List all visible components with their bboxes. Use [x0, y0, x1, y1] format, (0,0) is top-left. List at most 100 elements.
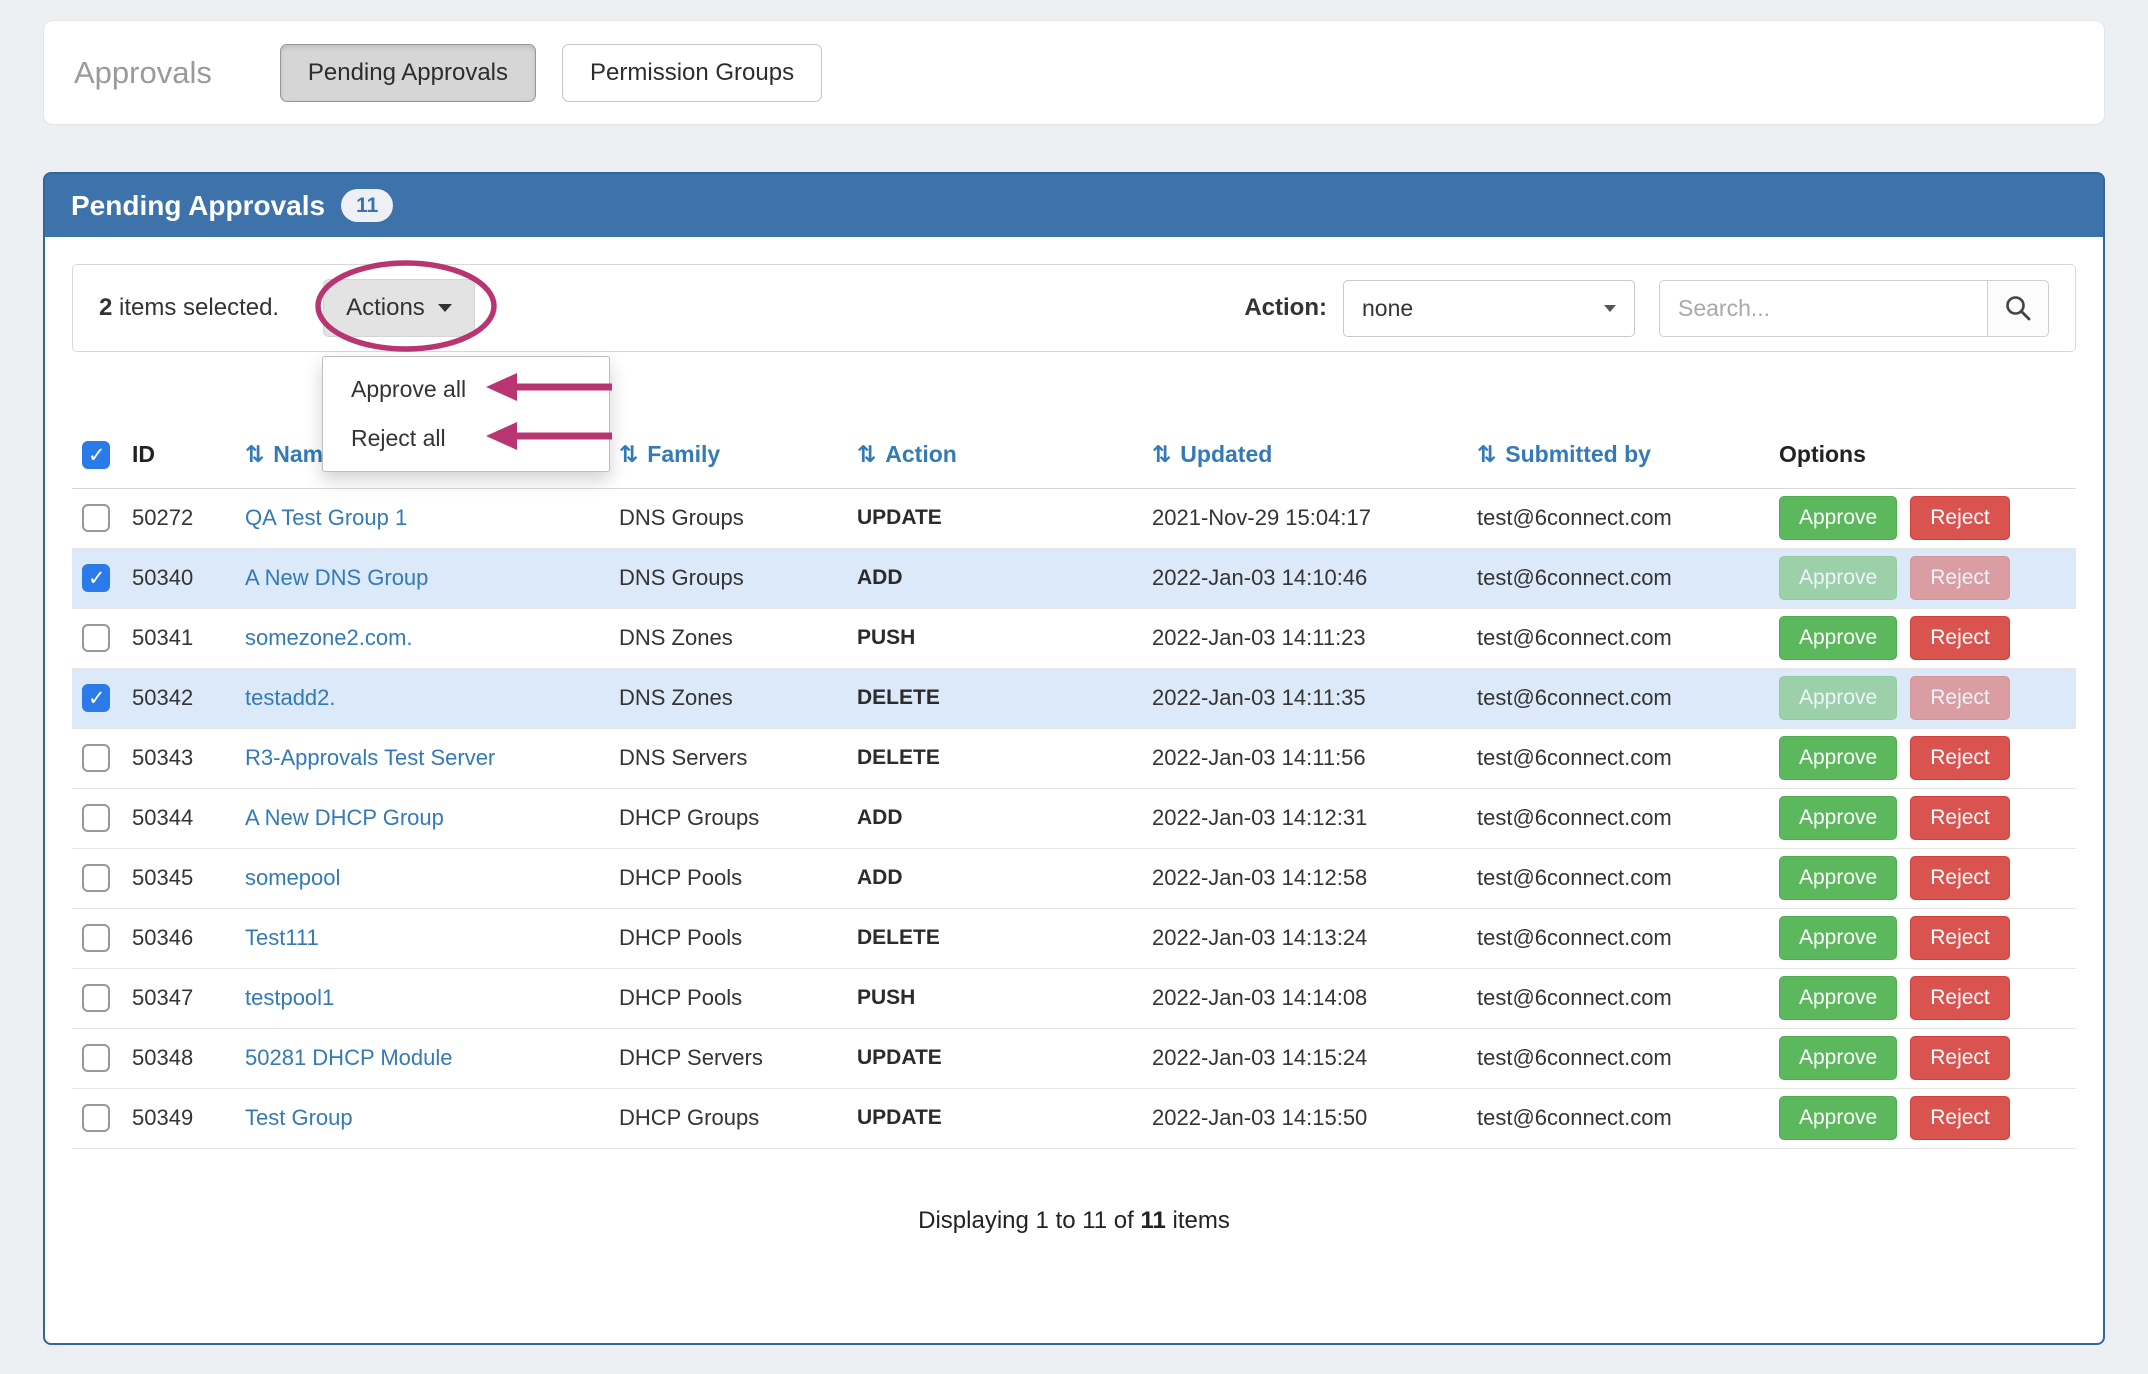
cell-name: somepool [235, 848, 609, 908]
cell-name: A New DNS Group [235, 548, 609, 608]
row-checkbox[interactable] [82, 984, 110, 1012]
reject-button[interactable]: Reject [1910, 1096, 2010, 1140]
approve-button[interactable]: Approve [1779, 676, 1897, 720]
approve-button[interactable]: Approve [1779, 1096, 1897, 1140]
row-checkbox[interactable] [82, 564, 110, 592]
column-header-submitted-by[interactable]: ⇅Submitted by [1467, 422, 1769, 488]
cell-name: testpool1 [235, 968, 609, 1028]
table-row-50344: 50344A New DHCP GroupDHCP GroupsADD2022-… [72, 788, 2076, 848]
table-row-50342: 50342testadd2.DNS ZonesDELETE2022-Jan-03… [72, 668, 2076, 728]
cell-updated: 2022-Jan-03 14:11:56 [1142, 728, 1467, 788]
reject-button[interactable]: Reject [1910, 916, 2010, 960]
action-select[interactable]: none [1343, 280, 1635, 337]
row-checkbox[interactable] [82, 804, 110, 832]
cell-submitted-by: test@6connect.com [1467, 1028, 1769, 1088]
pending-approvals-panel: Pending Approvals 11 2 items selected. A… [43, 172, 2105, 1345]
caret-down-icon [1604, 305, 1616, 312]
row-checkbox[interactable] [82, 624, 110, 652]
action-filter-label: Action: [1244, 294, 1327, 322]
reject-button[interactable]: Reject [1910, 796, 2010, 840]
reject-button[interactable]: Reject [1910, 1036, 2010, 1080]
cell-updated: 2022-Jan-03 14:12:58 [1142, 848, 1467, 908]
row-checkbox[interactable] [82, 504, 110, 532]
approve-button[interactable]: Approve [1779, 1036, 1897, 1080]
tab-permission-groups[interactable]: Permission Groups [562, 44, 822, 102]
selected-text: items selected. [112, 294, 279, 321]
cell-checkbox [72, 728, 122, 788]
row-name-link[interactable]: testadd2. [245, 685, 336, 710]
column-header-updated[interactable]: ⇅Updated [1142, 422, 1467, 488]
approve-button[interactable]: Approve [1779, 496, 1897, 540]
approve-button[interactable]: Approve [1779, 556, 1897, 600]
approve-button[interactable]: Approve [1779, 616, 1897, 660]
row-name-link[interactable]: QA Test Group 1 [245, 505, 407, 530]
search-button[interactable] [1987, 280, 2049, 337]
toolbar-right: Action: none [1244, 280, 2049, 337]
reject-button[interactable]: Reject [1910, 556, 2010, 600]
reject-button[interactable]: Reject [1910, 976, 2010, 1020]
approve-button[interactable]: Approve [1779, 796, 1897, 840]
cell-name: QA Test Group 1 [235, 488, 609, 548]
row-checkbox[interactable] [82, 1044, 110, 1072]
table-row-50341: 50341somezone2.com.DNS ZonesPUSH2022-Jan… [72, 608, 2076, 668]
column-header-label: Action [885, 441, 957, 467]
row-name-link[interactable]: R3-Approvals Test Server [245, 745, 495, 770]
approve-button[interactable]: Approve [1779, 916, 1897, 960]
cell-action: UPDATE [847, 1088, 1142, 1148]
row-checkbox[interactable] [82, 744, 110, 772]
toolbar: 2 items selected. Actions Action: none [72, 264, 2076, 352]
column-header-label: Submitted by [1505, 441, 1651, 467]
row-checkbox[interactable] [82, 1104, 110, 1132]
cell-family: DNS Groups [609, 548, 847, 608]
row-name-link[interactable]: somepool [245, 865, 340, 890]
row-checkbox[interactable] [82, 684, 110, 712]
cell-updated: 2022-Jan-03 14:10:46 [1142, 548, 1467, 608]
row-name-link[interactable]: testpool1 [245, 985, 334, 1010]
column-header-action[interactable]: ⇅ Action [847, 422, 1142, 488]
row-name-link[interactable]: 50281 DHCP Module [245, 1045, 453, 1070]
panel-title: Pending Approvals [71, 190, 325, 222]
row-name-link[interactable]: Test111 [245, 925, 319, 950]
cell-family: DHCP Pools [609, 968, 847, 1028]
cell-action: UPDATE [847, 488, 1142, 548]
cell-action: ADD [847, 848, 1142, 908]
select-all-checkbox[interactable] [82, 441, 110, 469]
reject-button[interactable]: Reject [1910, 736, 2010, 780]
row-name-link[interactable]: Test Group [245, 1105, 353, 1130]
cell-submitted-by: test@6connect.com [1467, 608, 1769, 668]
count-badge: 11 [341, 189, 393, 222]
cell-options: Approve Reject [1769, 1028, 2076, 1088]
cell-options: Approve Reject [1769, 548, 2076, 608]
search-input[interactable] [1659, 280, 1987, 337]
reject-button[interactable]: Reject [1910, 496, 2010, 540]
reject-button[interactable]: Reject [1910, 676, 2010, 720]
cell-family: DHCP Pools [609, 908, 847, 968]
reject-button[interactable]: Reject [1910, 616, 2010, 660]
actions-dropdown-button[interactable]: Actions [323, 279, 475, 337]
sort-icon: ⇅ [857, 441, 876, 467]
cell-family: DHCP Groups [609, 788, 847, 848]
dropdown-item-approve-all[interactable]: Approve all [323, 365, 609, 414]
approve-button[interactable]: Approve [1779, 736, 1897, 780]
row-name-link[interactable]: A New DHCP Group [245, 805, 444, 830]
sort-icon: ⇅ [619, 441, 638, 467]
cell-family: DNS Zones [609, 608, 847, 668]
row-name-link[interactable]: A New DNS Group [245, 565, 428, 590]
cell-submitted-by: test@6connect.com [1467, 548, 1769, 608]
cell-checkbox [72, 848, 122, 908]
row-name-link[interactable]: somezone2.com. [245, 625, 413, 650]
approve-button[interactable]: Approve [1779, 856, 1897, 900]
row-checkbox[interactable] [82, 924, 110, 952]
column-header-family[interactable]: ⇅Family [609, 422, 847, 488]
reject-button[interactable]: Reject [1910, 856, 2010, 900]
cell-name: somezone2.com. [235, 608, 609, 668]
approve-button[interactable]: Approve [1779, 976, 1897, 1020]
row-checkbox[interactable] [82, 864, 110, 892]
dropdown-item-reject-all[interactable]: Reject all [323, 414, 609, 463]
caret-down-icon [438, 304, 452, 312]
cell-submitted-by: test@6connect.com [1467, 1088, 1769, 1148]
cell-id: 50344 [122, 788, 235, 848]
pagination-suffix: items [1166, 1207, 1230, 1234]
table-row-50346: 50346Test111DHCP PoolsDELETE2022-Jan-03 … [72, 908, 2076, 968]
tab-pending-approvals[interactable]: Pending Approvals [280, 44, 536, 102]
